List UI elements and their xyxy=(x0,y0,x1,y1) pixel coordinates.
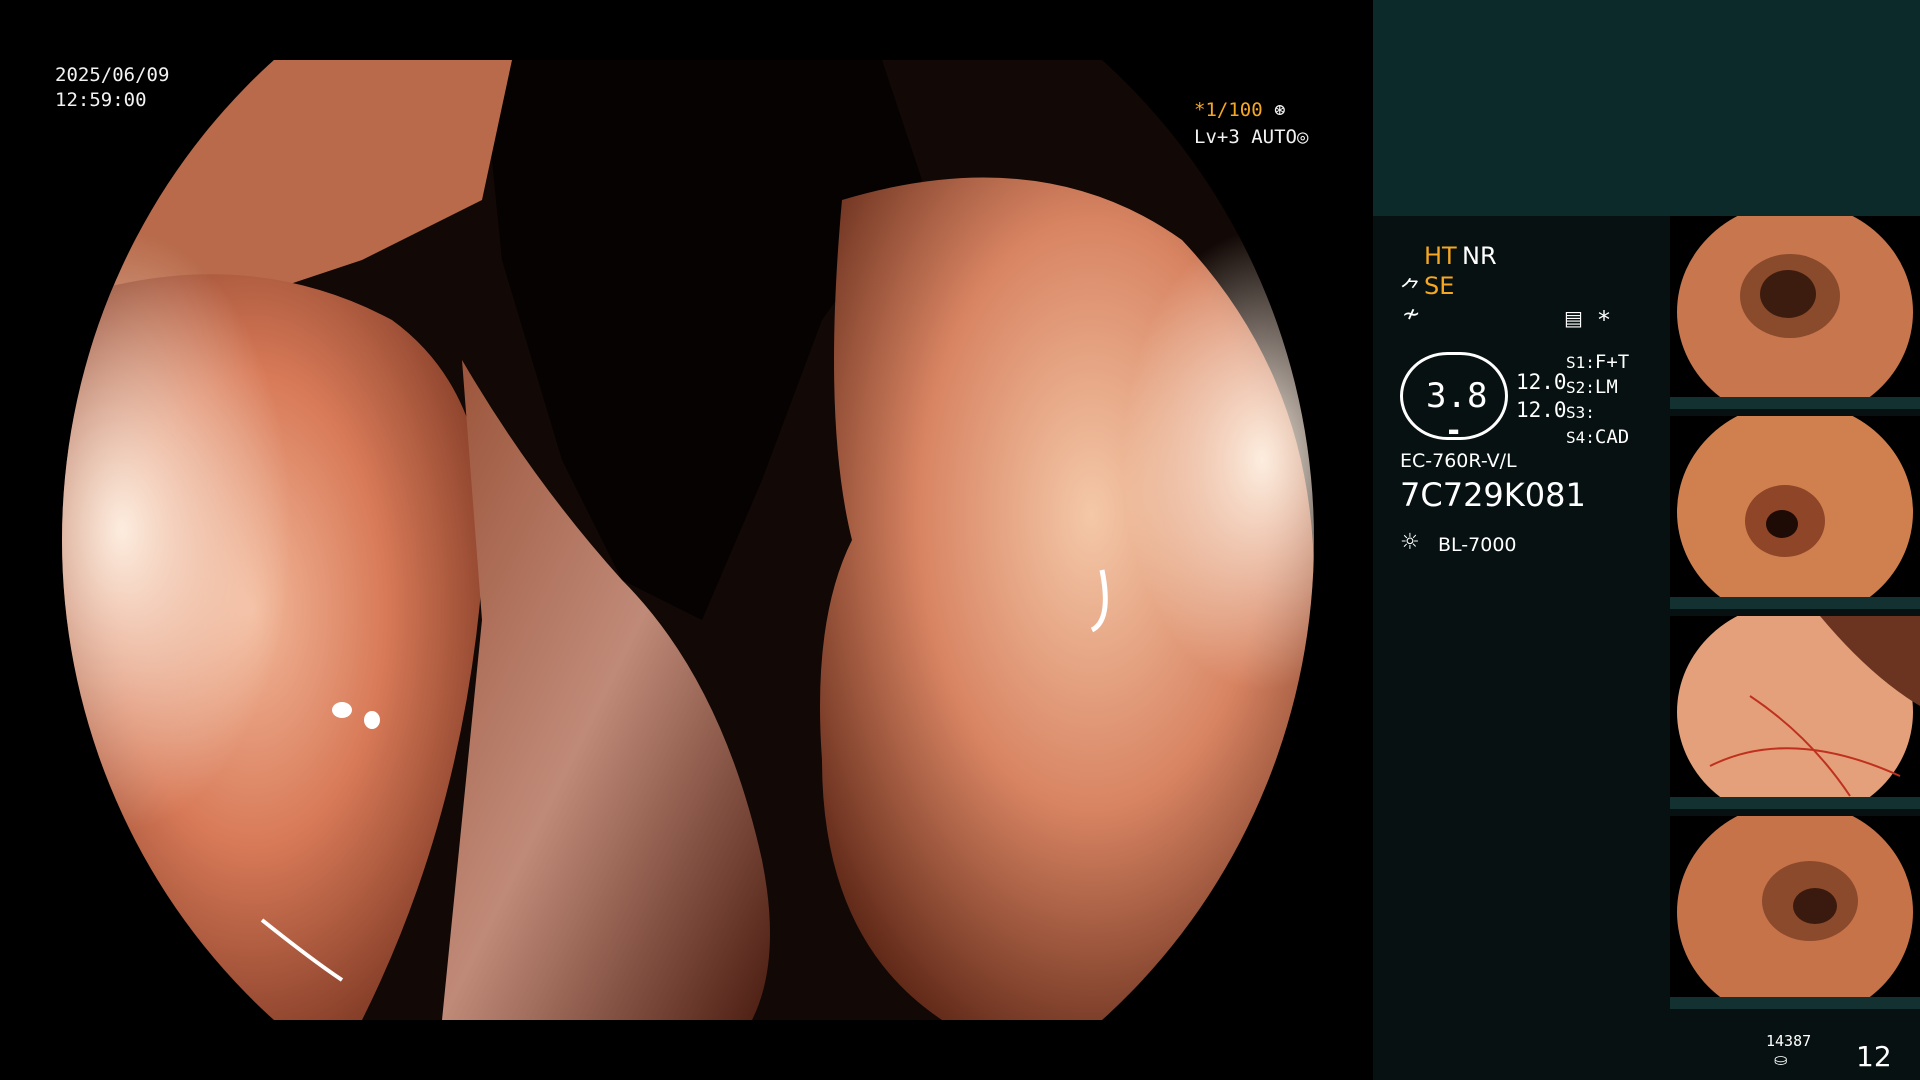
switch-row: S2:LM xyxy=(1566,375,1629,400)
time-label: 12:59:00 xyxy=(55,89,147,111)
thumbnail-strip xyxy=(1670,797,1920,809)
thumbnail-image xyxy=(1670,816,1920,1009)
scope-serial: 7C729K081 xyxy=(1400,476,1586,514)
switch-value: LM xyxy=(1594,376,1618,398)
switch-key: S4: xyxy=(1566,428,1595,447)
switch-value: CAD xyxy=(1594,426,1630,448)
date-label: 2025/06/09 xyxy=(55,64,170,86)
remaining-capacity: 14387 xyxy=(1766,1032,1812,1050)
color-mode-icon: ≁ xyxy=(1402,302,1421,327)
thumbnail-image xyxy=(1670,616,1920,809)
ht-label: HT xyxy=(1424,242,1457,270)
exposure-overlay: *1/100 ⊛ Lv+3 AUTO◎ xyxy=(1194,98,1308,150)
switch-list: S1:F+T S2:LM S3: S4:CAD xyxy=(1566,350,1629,450)
switch-key: S3: xyxy=(1566,403,1595,422)
thumbnail-4[interactable] xyxy=(1670,816,1920,1009)
switch-row: S4:CAD xyxy=(1566,425,1629,450)
thumbnail-1[interactable] xyxy=(1670,216,1920,409)
nr-label: NR xyxy=(1462,242,1497,270)
value-one: 12.0 xyxy=(1516,370,1567,394)
light-source-icon: ☼ xyxy=(1400,530,1420,555)
endoscope-image xyxy=(62,60,1314,1020)
level-label: Lv+3 AUTO xyxy=(1194,126,1297,148)
gauge-marker-icon: ▬ xyxy=(1448,424,1460,438)
structure-enhance-icon: ⺈ xyxy=(1400,278,1423,303)
thumbnail-strip xyxy=(1670,997,1920,1009)
thumbnail-strip xyxy=(1670,597,1920,609)
thumbnail-2[interactable] xyxy=(1670,416,1920,609)
switch-key: S2: xyxy=(1566,378,1595,397)
scope-model: EC-760R-V/L xyxy=(1400,450,1517,472)
zoom-value: 3.8 xyxy=(1426,376,1488,416)
switch-row: S1:F+T xyxy=(1566,350,1629,375)
date-time-overlay: 2025/06/09 12:59:00 xyxy=(55,63,169,113)
endoscope-main-view xyxy=(62,60,1314,1020)
aperture-icon: ⊛ xyxy=(1274,99,1286,121)
thumbnail-image xyxy=(1670,216,1920,409)
settings-icon: ▤ xyxy=(1564,306,1583,330)
se-label: SE xyxy=(1424,272,1455,300)
thumbnail-3[interactable] xyxy=(1670,616,1920,809)
auto-icon: ◎ xyxy=(1296,126,1309,148)
thumbnail-image xyxy=(1670,416,1920,609)
thumbnail-strip xyxy=(1670,397,1920,409)
switch-key: S1: xyxy=(1566,353,1595,372)
switch-row: S3: xyxy=(1566,400,1629,425)
value-two: 12.0 xyxy=(1516,398,1567,422)
light-source-label: BL-7000 xyxy=(1438,534,1517,556)
image-count: 12 xyxy=(1856,1040,1892,1073)
switch-value: F+T xyxy=(1594,351,1630,373)
sidebar-header-panel xyxy=(1373,0,1920,216)
storage-icon: ⛀ xyxy=(1774,1050,1788,1069)
shutter-label: *1/100 xyxy=(1194,99,1263,121)
asterisk-label: * xyxy=(1598,306,1610,334)
